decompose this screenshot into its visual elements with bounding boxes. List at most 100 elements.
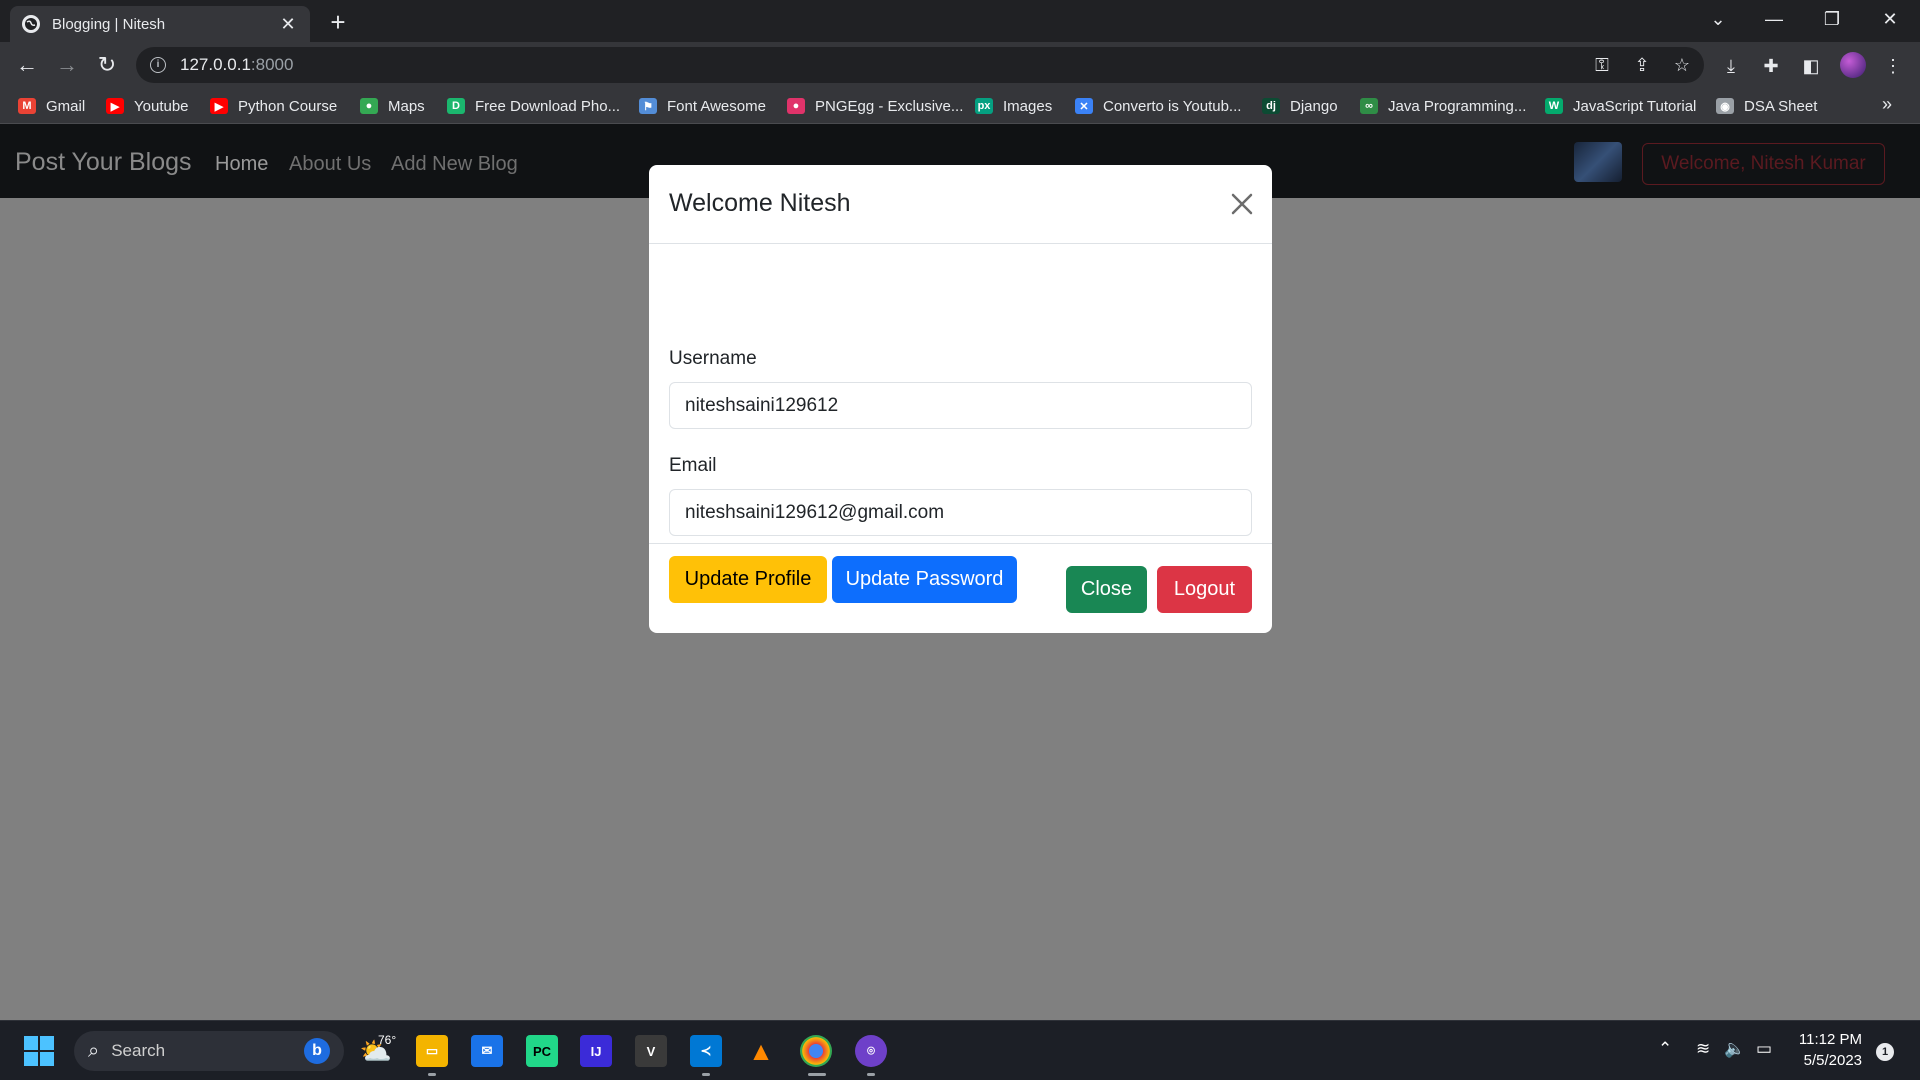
site-brand[interactable]: Post Your Blogs	[15, 148, 192, 177]
welcome-user-button[interactable]: Welcome, Nitesh Kumar	[1642, 143, 1885, 185]
gmail-icon: M	[18, 98, 36, 114]
tab-close-icon[interactable]: ✕	[278, 14, 298, 35]
bookmark-item[interactable]: px Images	[975, 96, 1052, 116]
globe-icon: ◉	[1716, 98, 1734, 114]
close-button[interactable]: Close	[1066, 566, 1147, 613]
mail-icon[interactable]: ✉	[471, 1035, 503, 1067]
notification-badge[interactable]: 1	[1876, 1043, 1894, 1061]
wifi-icon[interactable]: ≋	[1696, 1039, 1710, 1059]
browser-tab-bar: Blogging | Nitesh ✕ + ⌄ — ❐ ✕	[0, 0, 1920, 42]
freepik-icon: D	[447, 98, 465, 114]
nav-about-us[interactable]: About Us	[289, 153, 371, 176]
github-desktop-icon[interactable]: ⌾	[855, 1035, 887, 1067]
forward-button[interactable]: →	[52, 51, 82, 79]
url-host: 127.0.0.1	[180, 55, 251, 74]
bookmark-item[interactable]: ∞ Java Programming...	[1360, 96, 1526, 116]
youtube-icon: ▶	[106, 98, 124, 114]
bookmark-label: JavaScript Tutorial	[1573, 97, 1697, 115]
bookmark-item[interactable]: ▶ Python Course	[210, 96, 337, 116]
modal-title: Welcome Nitesh	[669, 189, 851, 217]
show-hidden-icons[interactable]: ⌃	[1658, 1039, 1672, 1059]
file-explorer-icon[interactable]: ▭	[416, 1035, 448, 1067]
w3schools-icon: W	[1545, 98, 1563, 114]
bookmark-label: Python Course	[238, 97, 338, 115]
profile-avatar[interactable]	[1840, 52, 1866, 78]
vlc-icon[interactable]: ▲	[745, 1035, 777, 1067]
site-info-icon[interactable]: i	[150, 57, 166, 73]
bookmarks-bar: M Gmail ▶ Youtube ▶ Python Course ● Maps D Free D…	[0, 88, 1920, 124]
bookmark-item[interactable]: dj Django	[1262, 96, 1338, 116]
bookmark-label: Maps	[388, 97, 425, 115]
running-indicator	[867, 1073, 875, 1076]
update-password-button[interactable]: Update Password	[832, 556, 1017, 603]
back-button[interactable]: ←	[12, 51, 42, 79]
address-bar[interactable]: i 127.0.0.1 :8000	[136, 47, 1704, 83]
extensions-icon[interactable]: ✚	[1758, 54, 1784, 78]
new-tab-button[interactable]: +	[322, 8, 354, 36]
clock-date[interactable]: 5/5/2023	[1798, 1052, 1862, 1069]
intellij-icon[interactable]: IJ	[580, 1035, 612, 1067]
url-port: :8000	[250, 55, 294, 74]
vmware-icon[interactable]: V	[635, 1035, 667, 1067]
username-label: Username	[669, 348, 757, 369]
windows-taskbar: ⌕ Search b ⛅ 76° ▭ ✉ PC IJ V ≺ ▲ ⌾ ⌃ ≋ 🔈…	[0, 1020, 1920, 1080]
battery-icon[interactable]: ▭	[1756, 1039, 1772, 1059]
bookmark-item[interactable]: ▶ Youtube	[106, 96, 189, 116]
bookmark-label: Images	[1003, 97, 1053, 115]
profile-modal: Welcome Nitesh Username niteshsaini12961…	[649, 165, 1272, 633]
bookmark-label: PNGEgg - Exclusive...	[815, 97, 964, 115]
running-indicator	[428, 1073, 436, 1076]
menu-kebab-icon[interactable]: ⋮	[1880, 54, 1906, 78]
more-bookmarks-icon[interactable]: »	[1882, 94, 1892, 115]
minimize-button[interactable]: —	[1752, 4, 1796, 34]
bookmark-item[interactable]: W JavaScript Tutorial	[1545, 96, 1696, 116]
pycharm-icon[interactable]: PC	[526, 1035, 558, 1067]
username-input[interactable]: niteshsaini129612	[669, 382, 1252, 429]
taskbar-search[interactable]: ⌕ Search b	[74, 1031, 344, 1071]
pexels-icon: px	[975, 98, 993, 114]
logout-button[interactable]: Logout	[1157, 566, 1252, 613]
bookmark-label: Font Awesome	[667, 97, 766, 115]
bookmark-item[interactable]: ⚑ Font Awesome	[639, 96, 766, 116]
flag-icon: ⚑	[639, 98, 657, 114]
bookmark-label: Java Programming...	[1388, 97, 1527, 115]
modal-close-icon[interactable]	[1227, 189, 1257, 219]
volume-icon[interactable]: 🔈	[1724, 1039, 1745, 1059]
youtube-icon: ▶	[210, 98, 228, 114]
bookmark-item[interactable]: ✕ Converto is Youtub...	[1075, 96, 1241, 116]
chrome-icon[interactable]	[800, 1035, 832, 1067]
window-close-button[interactable]: ✕	[1868, 4, 1912, 34]
download-icon[interactable]: ⤓	[1718, 54, 1744, 78]
pngegg-icon: ●	[787, 98, 805, 114]
bookmark-item[interactable]: ◉ DSA Sheet	[1716, 96, 1817, 116]
nav-home[interactable]: Home	[215, 153, 268, 176]
browser-toolbar: ← → ↻ i 127.0.0.1 :8000 ⚿ ⇪ ☆ ⤓ ✚ ◧ ⋮	[0, 42, 1920, 88]
bookmark-label: Converto is Youtub...	[1103, 97, 1242, 115]
reload-button[interactable]: ↻	[92, 51, 122, 79]
restore-button[interactable]: ❐	[1810, 4, 1854, 34]
email-input[interactable]: niteshsaini129612@gmail.com	[669, 489, 1252, 536]
bing-icon[interactable]: b	[304, 1038, 330, 1064]
maps-icon: ●	[360, 98, 378, 114]
vscode-icon[interactable]: ≺	[690, 1035, 722, 1067]
update-profile-button[interactable]: Update Profile	[669, 556, 827, 603]
modal-body: Username niteshsaini129612 Email niteshs…	[649, 244, 1272, 603]
weather-temperature: 76°	[378, 1033, 397, 1047]
bookmark-item[interactable]: D Free Download Pho...	[447, 96, 620, 116]
bookmark-label: Free Download Pho...	[475, 97, 621, 115]
nav-add-new-blog[interactable]: Add New Blog	[391, 153, 518, 176]
start-button[interactable]	[24, 1036, 54, 1066]
key-icon[interactable]: ⚿	[1590, 53, 1614, 77]
tab-search-icon[interactable]: ⌄	[1696, 4, 1740, 34]
bookmark-label: DSA Sheet	[1744, 97, 1818, 115]
bookmark-item[interactable]: ● Maps	[360, 96, 425, 116]
bookmark-item[interactable]: ● PNGEgg - Exclusive...	[787, 96, 963, 116]
user-avatar[interactable]	[1574, 142, 1622, 182]
bookmark-star-icon[interactable]: ☆	[1670, 53, 1694, 77]
bookmark-label: Django	[1290, 97, 1338, 115]
share-icon[interactable]: ⇪	[1630, 53, 1654, 77]
clock-time[interactable]: 11:12 PM	[1798, 1031, 1862, 1048]
browser-tab[interactable]: Blogging | Nitesh ✕	[10, 6, 310, 42]
bookmark-item[interactable]: M Gmail	[18, 96, 85, 116]
side-panel-icon[interactable]: ◧	[1798, 54, 1824, 78]
